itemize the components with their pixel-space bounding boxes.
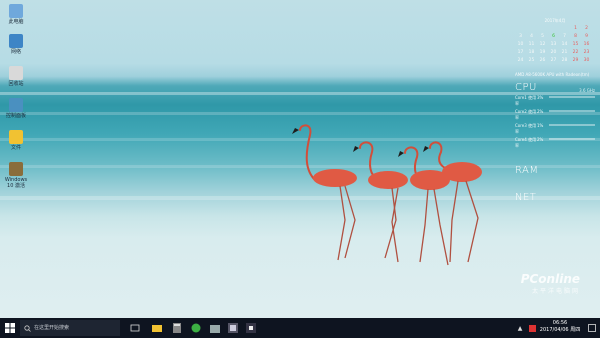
core-bar [549,110,595,112]
calendar-day[interactable] [515,26,526,31]
notification-center-button[interactable] [586,318,598,338]
chevron-up-icon: ▲ [517,324,523,332]
clock-time: 06:56 [552,320,568,326]
desktop: 此电脑 网络 回收站 控制面板 文件 Windows 10 激活 2017年4月… [0,0,600,318]
taskbar-clock[interactable]: 06:56 2017/04/06 周四 [538,320,582,334]
calendar-grid: 1 2 3 4 5 6 7 8 9 10 11 12 13 14 15 16 17 18 19 20 21 22 23 24 2… [515,26,595,63]
core-row: Core4 使用率 2% [515,137,595,149]
calendar-day[interactable]: 29 [570,58,581,63]
antivirus-icon [528,324,536,332]
calendar-day[interactable]: 28 [559,58,570,63]
cpu-speed: 3.6 GHz [579,88,595,93]
taskbar-search[interactable]: 在这里开始搜索 [20,320,120,336]
taskbar: 在这里开始搜索 ▲ 06:56 2017/04/06 周四 [0,318,600,338]
browser-icon [191,323,201,333]
net-label: NET [515,192,537,203]
calendar-day[interactable] [537,26,548,31]
start-button[interactable] [0,318,20,338]
watermark: PConline 太平洋电脑网 [521,272,580,295]
core-bar [549,96,595,98]
windows-logo-icon [5,323,15,333]
watermark-brand: PConline [520,272,580,286]
store-button[interactable] [207,318,223,338]
calendar-day[interactable]: 15 [570,42,581,47]
clock-date: 2017/04/06 周四 [539,327,581,333]
calendar-day[interactable]: 22 [570,50,581,55]
app-button[interactable] [225,318,241,338]
cpu-name: AMD A8-5600K APU with Radeon(tm) [515,72,590,77]
task-view-icon [130,324,140,332]
app-icon [228,323,238,333]
ram-label: RAM [515,165,539,176]
360-browser-button[interactable] [188,318,204,338]
calendar-day[interactable] [559,26,570,31]
calendar-day[interactable]: 11 [526,42,537,47]
calendar-day[interactable]: 1 [570,26,581,31]
core-bar [549,138,595,140]
calendar-day[interactable]: 19 [537,50,548,55]
search-icon [24,324,31,332]
ram-meter: RAM [515,165,595,176]
calendar-day[interactable]: 5 [537,34,548,39]
calendar-day[interactable]: 12 [537,42,548,47]
calendar-day[interactable]: 26 [537,58,548,63]
core-row: Core3 使用率 1% [515,123,595,135]
tray-chevron[interactable]: ▲ [515,318,525,338]
calendar-day[interactable]: 2 [581,26,592,31]
search-placeholder: 在这里开始搜索 [34,325,70,331]
calendar-day[interactable] [548,26,559,31]
cpu-label: CPU [515,82,537,93]
calendar-header: 2017年4月 [544,18,566,23]
watermark-subtitle: 太平洋电脑网 [531,288,580,295]
calendar-day[interactable]: 14 [559,42,570,47]
calculator-button[interactable] [169,318,185,338]
core-row: Core2 使用率 2% [515,109,595,121]
calendar-day[interactable]: 16 [581,42,592,47]
tray-antivirus[interactable] [527,318,537,338]
calendar-day[interactable]: 30 [581,58,592,63]
calendar-day[interactable]: 9 [581,34,592,39]
calendar-day[interactable]: 18 [526,50,537,55]
store-icon [210,325,220,333]
calendar-day[interactable] [526,26,537,31]
core-bar [549,124,595,126]
calendar-day[interactable]: 4 [526,34,537,39]
calendar-day[interactable]: 27 [548,58,559,63]
calendar-day[interactable]: 20 [548,50,559,55]
calendar-day[interactable]: 7 [559,34,570,39]
calculator-icon [173,323,181,333]
app-icon [246,323,256,333]
calendar-day[interactable]: 3 [515,34,526,39]
calendar-day[interactable]: 24 [515,58,526,63]
calendar-day[interactable]: 13 [548,42,559,47]
calendar-day[interactable]: 23 [581,50,592,55]
task-view-button[interactable] [127,318,143,338]
cpu-meter: CPU 3.6 GHz [515,82,595,93]
core-row: Core1 使用率 3% [515,95,595,107]
calendar-day[interactable]: 21 [559,50,570,55]
folder-icon [152,325,162,332]
app-button[interactable] [243,318,259,338]
flamingos-wallpaper [292,124,482,266]
calendar-day[interactable]: 6 [548,34,559,39]
calendar-day[interactable]: 8 [570,34,581,39]
calendar-day[interactable]: 10 [515,42,526,47]
calendar-day[interactable]: 25 [526,58,537,63]
notification-icon [588,324,596,332]
file-explorer-button[interactable] [149,318,165,338]
calendar-day[interactable]: 17 [515,50,526,55]
net-meter: NET [515,192,595,203]
desktop-widget: 2017年4月 1 2 3 4 5 6 7 8 9 10 11 12 13 14 15 16 17 18 19 20 2… [515,18,595,203]
